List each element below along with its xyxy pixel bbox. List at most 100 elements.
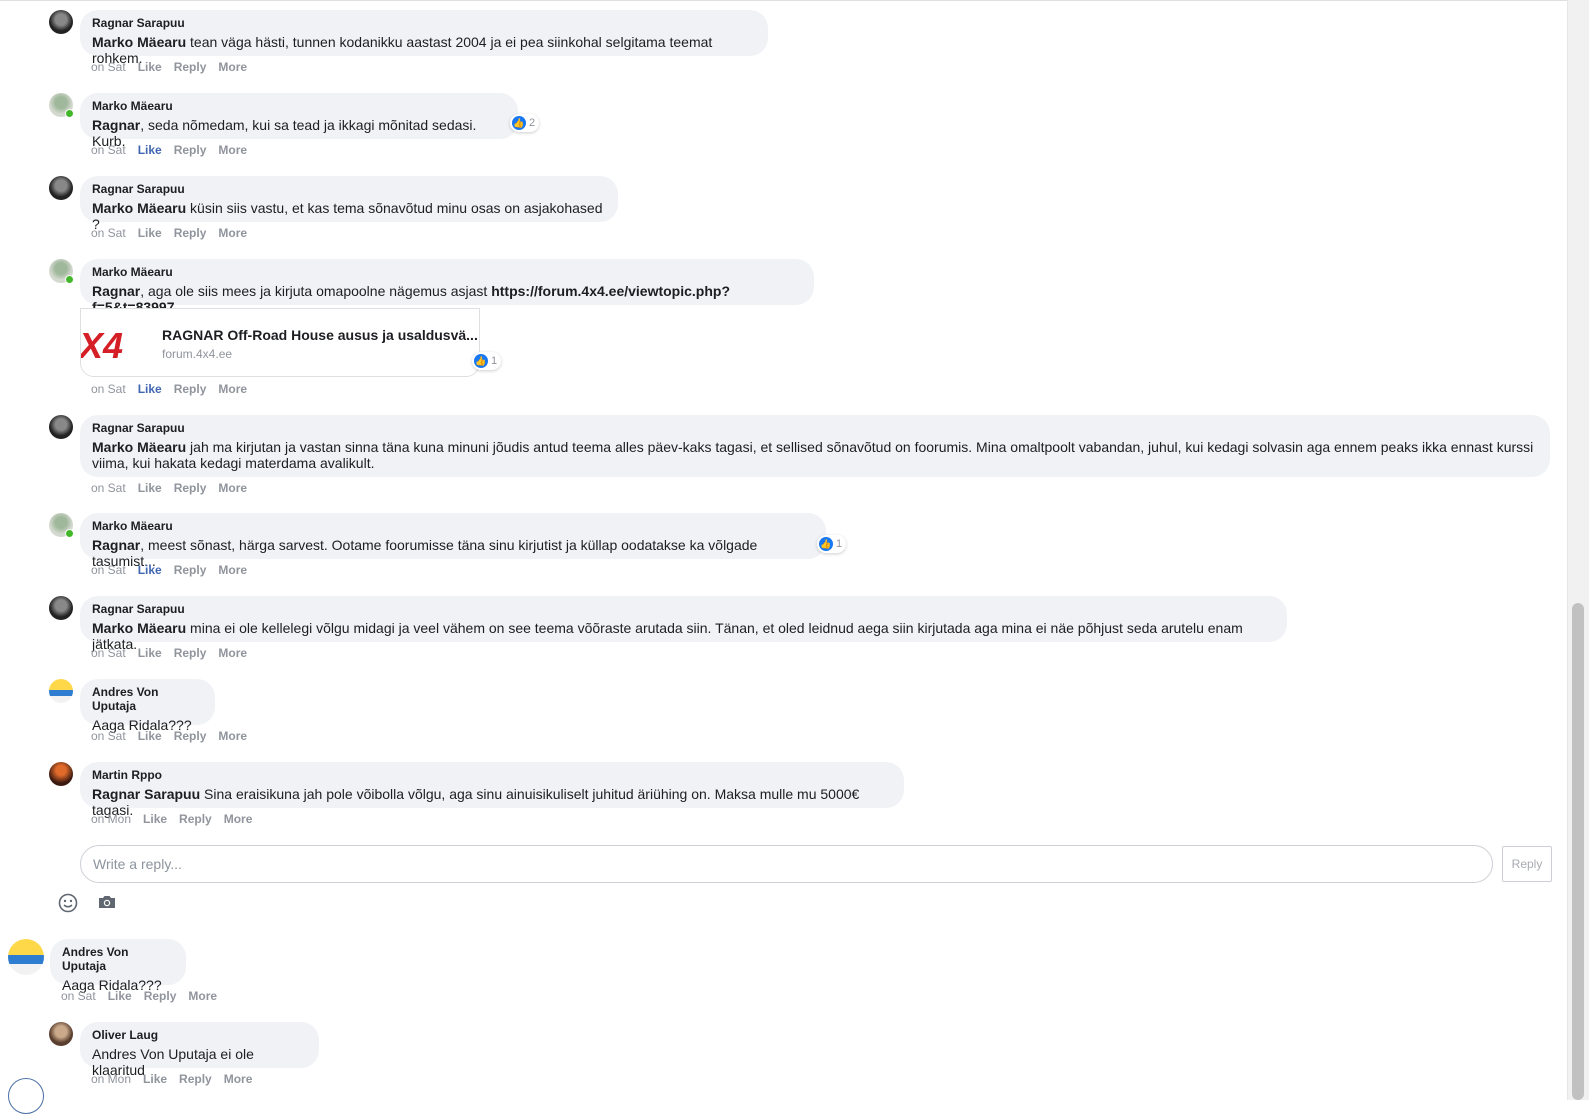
timestamp[interactable]: on Sat	[91, 382, 126, 396]
more-button[interactable]: More	[218, 143, 247, 157]
like-button[interactable]: Like	[138, 382, 162, 396]
timestamp[interactable]: on Sat	[91, 481, 126, 495]
mention[interactable]: Ragnar	[92, 117, 140, 133]
timestamp[interactable]: on Sat	[91, 60, 126, 74]
comment-author[interactable]: Ragnar Sarapuu	[92, 421, 1538, 435]
timestamp[interactable]: on Sat	[91, 226, 126, 240]
reply-button[interactable]: Reply	[144, 989, 177, 1003]
more-button[interactable]: More	[224, 812, 253, 826]
top-divider	[0, 0, 1568, 1]
more-button[interactable]: More	[218, 60, 247, 74]
avatar-oliver[interactable]	[49, 1022, 73, 1046]
like-button[interactable]: Like	[138, 563, 162, 577]
scrollbar[interactable]	[1567, 0, 1589, 1100]
like-button[interactable]: Like	[138, 60, 162, 74]
comment-actions: on Sat Like Reply More	[61, 989, 229, 1003]
more-button[interactable]: More	[218, 563, 247, 577]
avatar-ragnar[interactable]	[49, 596, 73, 620]
svg-text:X4: X4	[81, 325, 123, 366]
like-button[interactable]: Like	[138, 646, 162, 660]
comment-author[interactable]: Oliver Laug	[92, 1028, 307, 1042]
scrollbar-thumb[interactable]	[1572, 603, 1584, 1100]
comment-author[interactable]: Martin Rppo	[92, 768, 892, 782]
comment-bubble: Ragnar Sarapuu Marko Mäearu tean väga hä…	[80, 10, 768, 66]
like-button[interactable]: Like	[143, 1072, 167, 1086]
like-button[interactable]: Like	[143, 812, 167, 826]
reply-button[interactable]: Reply	[174, 226, 207, 240]
reply-button[interactable]: Reply	[179, 812, 212, 826]
mention[interactable]: Marko Mäearu	[92, 439, 186, 455]
comment-author[interactable]: Marko Mäearu	[92, 519, 814, 533]
avatar-ragnar[interactable]	[49, 176, 73, 200]
comment-author[interactable]: Ragnar Sarapuu	[92, 182, 606, 196]
more-button[interactable]: More	[218, 729, 247, 743]
comment-author[interactable]: Ragnar Sarapuu	[92, 16, 756, 30]
avatar-ragnar[interactable]	[49, 415, 73, 439]
more-button[interactable]: More	[218, 481, 247, 495]
preview-title[interactable]: RAGNAR Off-Road House ausus ja usaldusvä…	[162, 327, 478, 343]
timestamp[interactable]: on Sat	[91, 729, 126, 743]
avatar-marko[interactable]	[49, 259, 74, 284]
site-logo: X4	[81, 317, 151, 369]
reply-input[interactable]	[91, 855, 1475, 873]
reply-button[interactable]: Reply	[174, 646, 207, 660]
timestamp[interactable]: on Sat	[91, 646, 126, 660]
comment-actions: on Sat Like Reply More	[91, 143, 259, 157]
reply-submit-button[interactable]: Reply	[1502, 846, 1552, 882]
avatar-partial[interactable]	[8, 1078, 44, 1114]
more-button[interactable]: More	[218, 226, 247, 240]
reply-button[interactable]: Reply	[174, 563, 207, 577]
more-button[interactable]: More	[224, 1072, 253, 1086]
reaction-count[interactable]: 👍 2	[510, 114, 540, 132]
like-button[interactable]: Like	[138, 143, 162, 157]
comment-bubble: Ragnar Sarapuu Marko Mäearu mina ei ole …	[80, 596, 1287, 652]
like-button[interactable]: Like	[108, 989, 132, 1003]
comment-actions: on Mon Like Reply More	[91, 1072, 264, 1086]
avatar-marko[interactable]	[49, 93, 74, 118]
timestamp[interactable]: on Sat	[91, 563, 126, 577]
reply-button[interactable]: Reply	[174, 143, 207, 157]
timestamp[interactable]: on Sat	[91, 143, 126, 157]
reply-input-container	[80, 845, 1493, 883]
reply-button[interactable]: Reply	[174, 382, 207, 396]
comment-author[interactable]: Andres Von Uputaja	[62, 945, 174, 973]
avatar-martin[interactable]	[49, 762, 73, 786]
like-button[interactable]: Like	[138, 481, 162, 495]
more-button[interactable]: More	[188, 989, 217, 1003]
mention[interactable]: Ragnar	[92, 283, 140, 299]
reaction-count[interactable]: 👍 1	[472, 352, 502, 370]
mention[interactable]: Marko Mäearu	[92, 200, 186, 216]
like-button[interactable]: Like	[138, 226, 162, 240]
comment-author[interactable]: Ragnar Sarapuu	[92, 602, 1275, 616]
comment-author[interactable]: Andres Von Uputaja	[92, 685, 203, 713]
mention[interactable]: Ragnar	[92, 537, 140, 553]
like-button[interactable]: Like	[138, 729, 162, 743]
comment-author[interactable]: Marko Mäearu	[92, 265, 802, 279]
avatar-marko[interactable]	[49, 513, 74, 538]
reply-button[interactable]: Reply	[174, 60, 207, 74]
comment-author[interactable]: Marko Mäearu	[92, 99, 506, 113]
reply-button[interactable]: Reply	[174, 481, 207, 495]
comment-bubble: Andres Von Uputaja Aaga Ridala???	[50, 939, 186, 993]
timestamp[interactable]: on Mon	[91, 1072, 131, 1086]
more-button[interactable]: More	[218, 382, 247, 396]
online-indicator	[65, 275, 74, 284]
reaction-count[interactable]: 👍 1	[817, 535, 847, 553]
timestamp[interactable]: on Mon	[91, 812, 131, 826]
avatar-andres[interactable]	[49, 679, 73, 703]
more-button[interactable]: More	[218, 646, 247, 660]
like-reaction-icon: 👍	[512, 116, 526, 130]
reply-button[interactable]: Reply	[174, 729, 207, 743]
reply-button[interactable]: Reply	[179, 1072, 212, 1086]
camera-icon[interactable]	[96, 891, 118, 913]
comment-actions: on Sat Like Reply More	[91, 382, 259, 396]
mention[interactable]: Ragnar Sarapuu	[92, 786, 200, 802]
avatar-ragnar[interactable]	[49, 10, 73, 34]
timestamp[interactable]: on Sat	[61, 989, 96, 1003]
like-reaction-icon: 👍	[819, 537, 833, 551]
link-preview-card[interactable]: X4 RAGNAR Off-Road House ausus ja usaldu…	[80, 308, 480, 377]
emoji-icon[interactable]	[57, 892, 79, 914]
mention[interactable]: Marko Mäearu	[92, 620, 186, 636]
mention[interactable]: Marko Mäearu	[92, 34, 186, 50]
avatar-andres[interactable]	[8, 939, 44, 975]
